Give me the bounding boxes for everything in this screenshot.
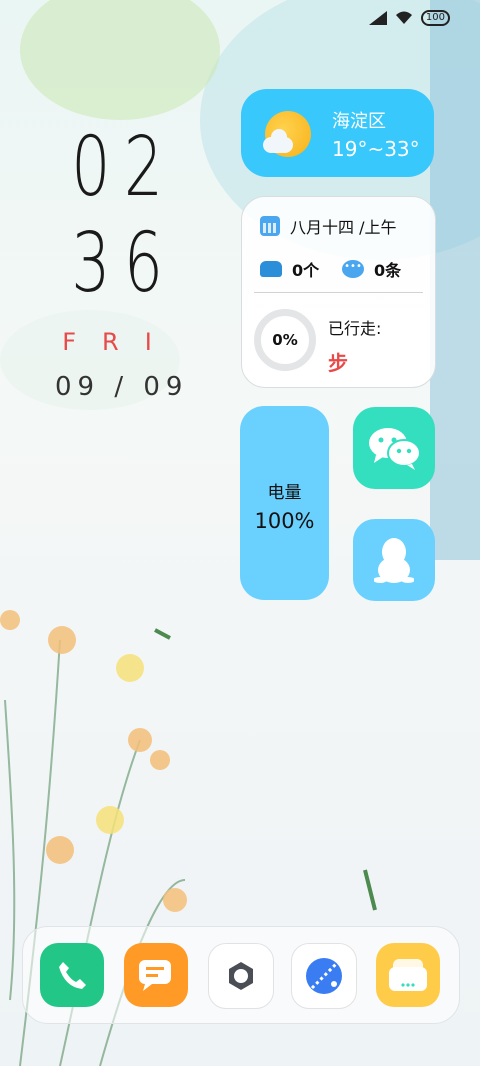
qq-app[interactable]	[353, 519, 435, 601]
battery-indicator: 100	[420, 10, 450, 26]
battery-label: 电量	[267, 483, 302, 503]
clock-date: 09 / 09	[55, 372, 189, 402]
clock-minutes: 36	[71, 216, 177, 311]
files-icon	[389, 959, 427, 991]
dock	[22, 926, 460, 1024]
message-bubble-icon: •••	[342, 260, 364, 278]
missed-calls: 0个	[292, 261, 320, 280]
wifi-icon	[395, 11, 412, 24]
signal-icon	[368, 11, 387, 25]
dock-files[interactable]	[376, 943, 440, 1007]
dock-phone[interactable]	[40, 943, 104, 1007]
battery-value: 100%	[254, 509, 315, 533]
step-progress-ring: 0%	[254, 309, 316, 371]
clock-day: FRI	[62, 328, 178, 356]
browser-icon	[306, 958, 342, 994]
steps-unit: 步	[328, 351, 348, 375]
phone-icon	[260, 261, 282, 277]
lunar-date: 八月十四 /上午	[290, 218, 397, 237]
status-bar: 100	[368, 10, 450, 26]
unread-messages: 0条	[374, 261, 402, 280]
qq-icon	[374, 538, 414, 583]
calendar-icon	[260, 216, 280, 236]
step-progress: 0%	[272, 331, 298, 349]
weather-temperature: 19°~33°	[332, 137, 420, 161]
weather-widget[interactable]: 海淀区 19°~33°	[241, 89, 434, 177]
divider	[254, 292, 423, 293]
clock-hours: 02	[71, 120, 177, 215]
settings-icon	[229, 962, 253, 990]
dock-messages[interactable]	[124, 943, 188, 1007]
dock-settings[interactable]	[208, 943, 274, 1009]
weather-location: 海淀区	[332, 111, 386, 132]
messages-icon	[139, 960, 171, 991]
dock-browser[interactable]	[291, 943, 357, 1009]
wechat-icon	[369, 428, 421, 470]
battery-widget[interactable]: 电量 100%	[240, 406, 329, 600]
info-widget[interactable]: 八月十四 /上午 0个 ••• 0条 0% 已行走: 步	[241, 196, 436, 388]
phone-icon	[59, 962, 86, 989]
clock-widget[interactable]: 02 36 FRI 09 / 09	[55, 120, 185, 402]
wechat-app[interactable]	[353, 407, 435, 489]
steps-label: 已行走:	[328, 319, 382, 338]
cloud-icon	[263, 129, 293, 153]
